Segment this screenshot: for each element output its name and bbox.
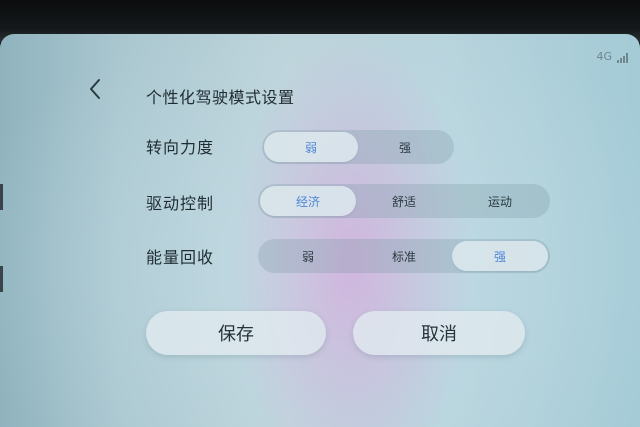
bezel-edge-mark <box>0 184 3 210</box>
status-bar: 4G <box>596 50 628 63</box>
drive-control-selector: 经济 舒适 运动 <box>258 184 550 218</box>
settings-screen: 4G 个性化驾驶模式设置 转向力度 弱 强 驱动控制 经济 舒适 运动 能量回收… <box>0 34 640 427</box>
network-type: 4G <box>596 50 612 63</box>
energy-option-weak[interactable]: 弱 <box>260 241 356 271</box>
steering-option-weak[interactable]: 弱 <box>264 132 358 162</box>
energy-recovery-label: 能量回收 <box>146 248 215 267</box>
page-title: 个性化驾驶模式设置 <box>146 88 295 107</box>
drive-option-eco[interactable]: 经济 <box>260 186 356 216</box>
cancel-button[interactable]: 取消 <box>353 311 525 355</box>
drive-option-comfort[interactable]: 舒适 <box>356 186 452 216</box>
back-button[interactable] <box>82 76 108 102</box>
energy-option-standard[interactable]: 标准 <box>356 241 452 271</box>
energy-option-strong[interactable]: 强 <box>452 241 548 271</box>
drive-control-label: 驱动控制 <box>146 194 215 213</box>
drive-option-sport[interactable]: 运动 <box>452 186 548 216</box>
steering-option-strong[interactable]: 强 <box>358 132 452 162</box>
energy-recovery-selector: 弱 标准 强 <box>258 239 550 273</box>
steering-force-label: 转向力度 <box>146 138 215 157</box>
save-button[interactable]: 保存 <box>146 311 326 355</box>
bezel-edge-mark <box>0 266 3 292</box>
steering-force-selector: 弱 强 <box>262 130 454 164</box>
signal-strength-icon <box>617 53 628 63</box>
chevron-left-icon <box>90 79 100 99</box>
